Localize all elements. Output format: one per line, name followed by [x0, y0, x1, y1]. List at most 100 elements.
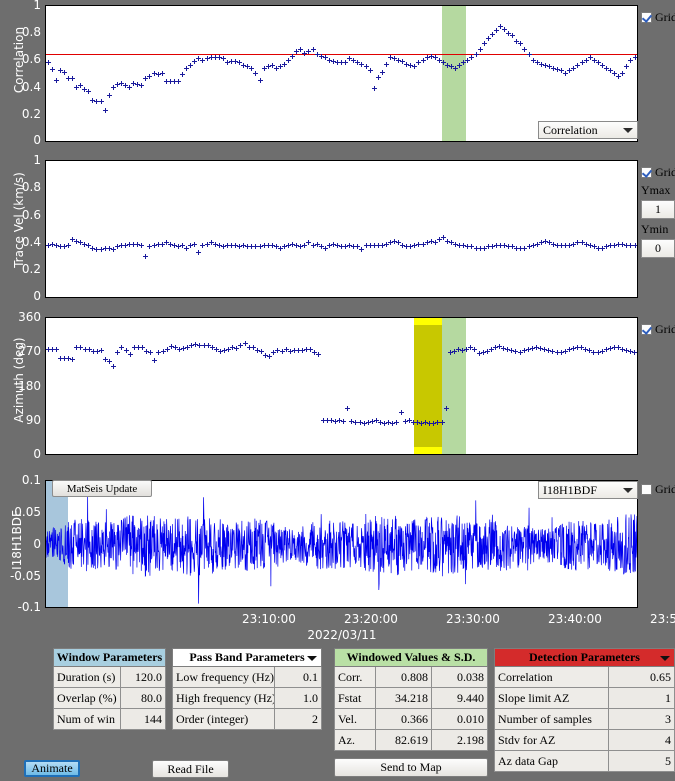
azimuth-selected-band: [414, 318, 442, 454]
data-point: [257, 77, 263, 83]
window-param-value-0[interactable]: 120.0: [121, 667, 166, 688]
detection-parameters-header[interactable]: Detection Parameters: [494, 648, 675, 667]
correlation-variable-dropdown[interactable]: Correlation: [538, 121, 638, 139]
window-param-label-0: Duration (s): [53, 667, 121, 688]
vel-ytick-3: 0.4: [21, 235, 41, 249]
data-point: [65, 242, 71, 248]
detection-parameters-table: Detection Parameters Correlation 0.65 Sl…: [494, 648, 675, 772]
chevron-down-icon[interactable]: [660, 655, 670, 661]
pass-band-header-label: Pass Band Parameters: [189, 650, 305, 664]
data-point: [379, 69, 385, 75]
table-row: Corr. 0.808 0.038: [334, 667, 488, 688]
data-point: [107, 358, 113, 364]
detection-value-3[interactable]: 4: [609, 730, 675, 751]
data-point: [624, 64, 630, 70]
data-point: [316, 351, 322, 357]
data-point: [375, 75, 381, 81]
windowed-label-3: Az.: [334, 730, 376, 751]
azimuth-band-bottom-cap: [414, 447, 442, 454]
animate-button[interactable]: Animate: [24, 760, 80, 777]
passband-value-1[interactable]: 1.0: [275, 688, 322, 709]
azimuth-grid-checkbox[interactable]: Grid: [641, 322, 675, 337]
data-point: [371, 85, 377, 91]
data-point: [632, 54, 637, 60]
data-point: [620, 71, 626, 76]
detection-value-4[interactable]: 5: [609, 751, 675, 772]
data-point: [115, 350, 121, 356]
detection-value-2[interactable]: 3: [609, 709, 675, 730]
checkbox-icon[interactable]: [641, 324, 652, 335]
pass-band-parameters-header[interactable]: Pass Band Parameters: [172, 648, 322, 667]
azimuth-plot: [45, 317, 638, 455]
windowed-label-1: Fstat: [334, 688, 376, 709]
detection-label-2: Number of samples: [494, 709, 609, 730]
vel-ytick-0: 1: [33, 153, 41, 167]
windowed-sd-3: 2.198: [432, 730, 488, 751]
detection-label-3: Stdv for AZ: [494, 730, 609, 751]
data-point: [510, 33, 516, 39]
windowed-sd-1: 9.440: [432, 688, 488, 709]
trace-velocity-grid-checkbox[interactable]: Grid: [641, 165, 675, 180]
pass-band-parameters-table: Pass Band Parameters Low frequency (Hz) …: [172, 648, 322, 730]
data-point: [249, 65, 255, 71]
data-point: [148, 350, 154, 356]
chevron-down-icon[interactable]: [307, 655, 317, 661]
matseis-update-button[interactable]: MatSeis Update: [52, 480, 152, 497]
read-file-button[interactable]: Read File: [152, 760, 229, 778]
window-parameters-header: Window Parameters: [53, 648, 166, 667]
data-point: [53, 347, 59, 353]
table-row: Stdv for AZ 4: [494, 730, 675, 751]
windowed-label-2: Vel.: [334, 709, 376, 730]
checkbox-icon[interactable]: [641, 167, 652, 178]
data-point: [267, 354, 273, 359]
data-point: [70, 76, 75, 82]
table-row: High frequency (Hz) 1.0: [172, 688, 322, 709]
ymax-value: 1: [655, 202, 661, 216]
correlation-grid-checkbox[interactable]: Grid: [641, 10, 675, 25]
passband-value-0[interactable]: 0.1: [275, 667, 322, 688]
waveform-grid-checkbox[interactable]: Grid: [641, 482, 675, 497]
detection-value-0[interactable]: 0.65: [609, 667, 675, 688]
xtick-0: 23:10:00: [242, 612, 296, 626]
data-point: [127, 351, 133, 357]
data-point: [106, 92, 112, 98]
data-point: [98, 99, 104, 105]
table-row: Vel. 0.366 0.010: [334, 709, 488, 730]
checkbox-icon[interactable]: [641, 12, 652, 23]
data-point: [398, 409, 404, 415]
az-ytick-4: 0: [33, 447, 41, 461]
send-to-map-button[interactable]: Send to Map: [334, 758, 488, 777]
data-point: [152, 357, 158, 363]
table-row: Duration (s) 120.0: [53, 667, 166, 688]
az-ytick-1: 270: [18, 344, 41, 358]
ymax-field[interactable]: 1: [641, 200, 675, 219]
wf-ytick-4: -0.1: [17, 600, 41, 614]
data-point: [139, 242, 145, 248]
data-point: [481, 41, 487, 47]
windowed-value-1: 34.218: [376, 688, 432, 709]
data-point: [46, 60, 51, 66]
detection-label-4: Az data Gap: [494, 751, 609, 772]
detection-value-1[interactable]: 1: [609, 688, 675, 709]
table-row: Overlap (%) 80.0: [53, 688, 166, 709]
wf-ytick-1: 0.05: [14, 505, 41, 519]
passband-label-0: Low frequency (Hz): [172, 667, 275, 688]
chevron-down-icon[interactable]: [623, 128, 633, 133]
window-param-value-1[interactable]: 80.0: [121, 688, 166, 709]
passband-value-2[interactable]: 2: [275, 709, 322, 730]
data-point: [98, 348, 104, 354]
xaxis-date-label: 2022/03/11: [307, 628, 377, 642]
table-row: Low frequency (Hz) 0.1: [172, 667, 322, 688]
data-point: [310, 46, 316, 52]
passband-label-2: Order (integer): [172, 709, 275, 730]
data-point: [345, 406, 351, 412]
wf-ytick-3: -0.05: [9, 569, 41, 583]
window-param-value-2[interactable]: 144: [121, 709, 166, 730]
wf-ytick-0: 0.1: [21, 473, 41, 487]
ymin-field[interactable]: 0: [641, 239, 675, 258]
checkbox-icon[interactable]: [641, 484, 652, 495]
waveform-channel-dropdown[interactable]: I18H1BDF: [538, 481, 638, 499]
ymax-label: Ymax: [641, 183, 671, 197]
chevron-down-icon[interactable]: [623, 488, 633, 493]
data-point: [143, 253, 149, 259]
